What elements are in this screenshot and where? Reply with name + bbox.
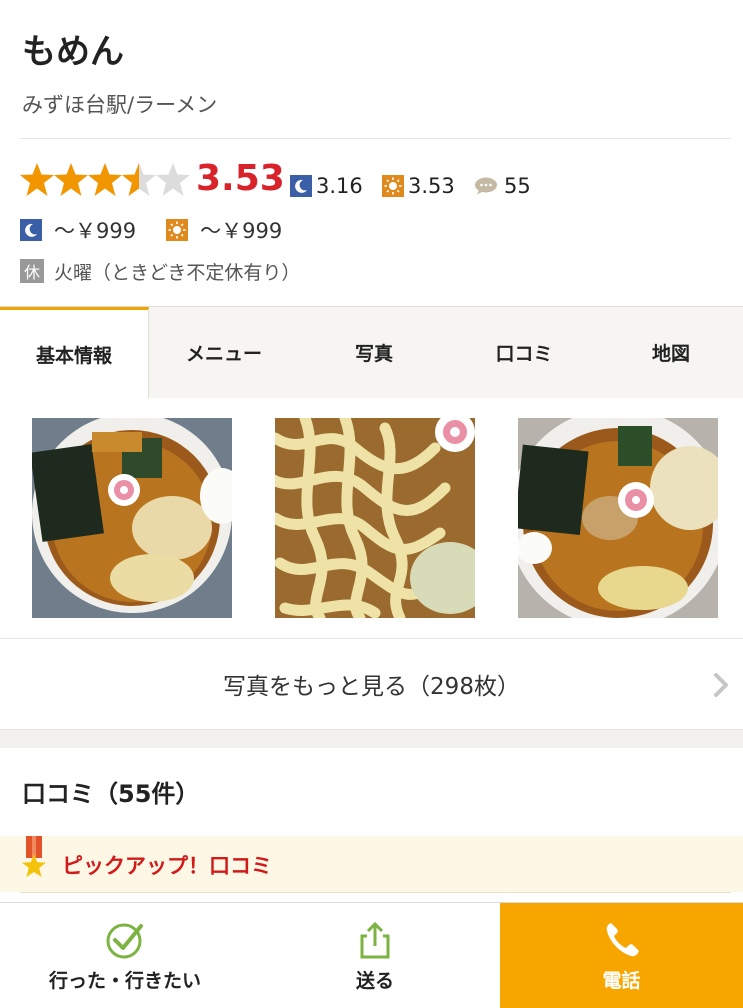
- section-gap: [0, 730, 743, 748]
- phone-icon: [606, 922, 639, 956]
- day-score: 3.53: [382, 173, 455, 199]
- sun-icon: [382, 175, 404, 197]
- send-label: 送る: [355, 969, 394, 992]
- shop-name: もめん: [22, 32, 124, 72]
- comment-bubble-icon: [475, 177, 497, 195]
- budget-row: ～￥999 ～￥999: [20, 216, 282, 244]
- holiday-text: 火曜（ときどき不定休有り）: [54, 261, 301, 284]
- tab-basic-info[interactable]: 基本情報: [0, 307, 149, 399]
- see-more-photos-label: 写真をもっと見る（298枚）: [223, 674, 520, 700]
- sun-icon: [166, 219, 189, 241]
- rating-row: 3.53 3.16 3.53 55: [0, 150, 743, 210]
- holiday-badge: 休: [20, 259, 44, 283]
- bottom-action-bar: 行った・行きたい 送る 電話: [0, 902, 743, 1008]
- review-count-value: 55: [504, 174, 531, 198]
- holiday-row: 休 火曜（ときどき不定休有り）: [20, 257, 300, 285]
- night-score-value: 3.16: [316, 174, 363, 198]
- went-want-label: 行った・行きたい: [48, 969, 201, 992]
- tab-reviews[interactable]: 口コミ: [449, 307, 599, 398]
- share-icon: [360, 921, 390, 958]
- send-button[interactable]: 送る: [250, 903, 500, 1008]
- pickup-review-banner: ピックアップ！口コミ: [0, 836, 743, 892]
- review-count[interactable]: 55: [474, 173, 531, 199]
- reviews-heading: 口コミ（55件）: [22, 780, 200, 808]
- day-budget: ～￥999: [200, 219, 283, 243]
- went-want-button[interactable]: 行った・行きたい: [0, 903, 250, 1008]
- shop-header: もめん みずほ台駅/ラーメン: [0, 0, 743, 140]
- tab-map[interactable]: 地図: [599, 307, 743, 398]
- divider: [20, 892, 731, 893]
- ramen-photo-2[interactable]: [275, 418, 475, 618]
- day-score-value: 3.53: [408, 174, 455, 198]
- tab-bar: 基本情報 メニュー 写真 口コミ 地図: [0, 306, 743, 399]
- night-budget: ～￥999: [54, 219, 137, 243]
- ramen-photo-3[interactable]: [518, 418, 718, 618]
- night-score: 3.16: [290, 173, 363, 199]
- divider: [20, 138, 731, 139]
- chevron-right-icon: [714, 673, 728, 697]
- see-more-photos-link[interactable]: 写真をもっと見る（298枚）: [0, 638, 743, 730]
- call-button[interactable]: 電話: [500, 903, 743, 1008]
- total-score: 3.53: [196, 158, 285, 199]
- photo-strip: [0, 398, 743, 638]
- check-circle-icon: [106, 923, 143, 958]
- shop-station-genre[interactable]: みずほ台駅/ラーメン: [22, 89, 217, 119]
- pickup-review-label: ピックアップ！口コミ: [62, 854, 272, 878]
- star-rating-icon: [20, 163, 190, 196]
- tab-photos[interactable]: 写真: [299, 307, 449, 398]
- ribbon-star-icon: [22, 836, 46, 877]
- ramen-photo-1[interactable]: [32, 418, 232, 618]
- moon-icon: [290, 175, 312, 197]
- moon-icon: [20, 219, 42, 241]
- call-label: 電話: [602, 969, 641, 992]
- tab-menu[interactable]: メニュー: [149, 307, 299, 398]
